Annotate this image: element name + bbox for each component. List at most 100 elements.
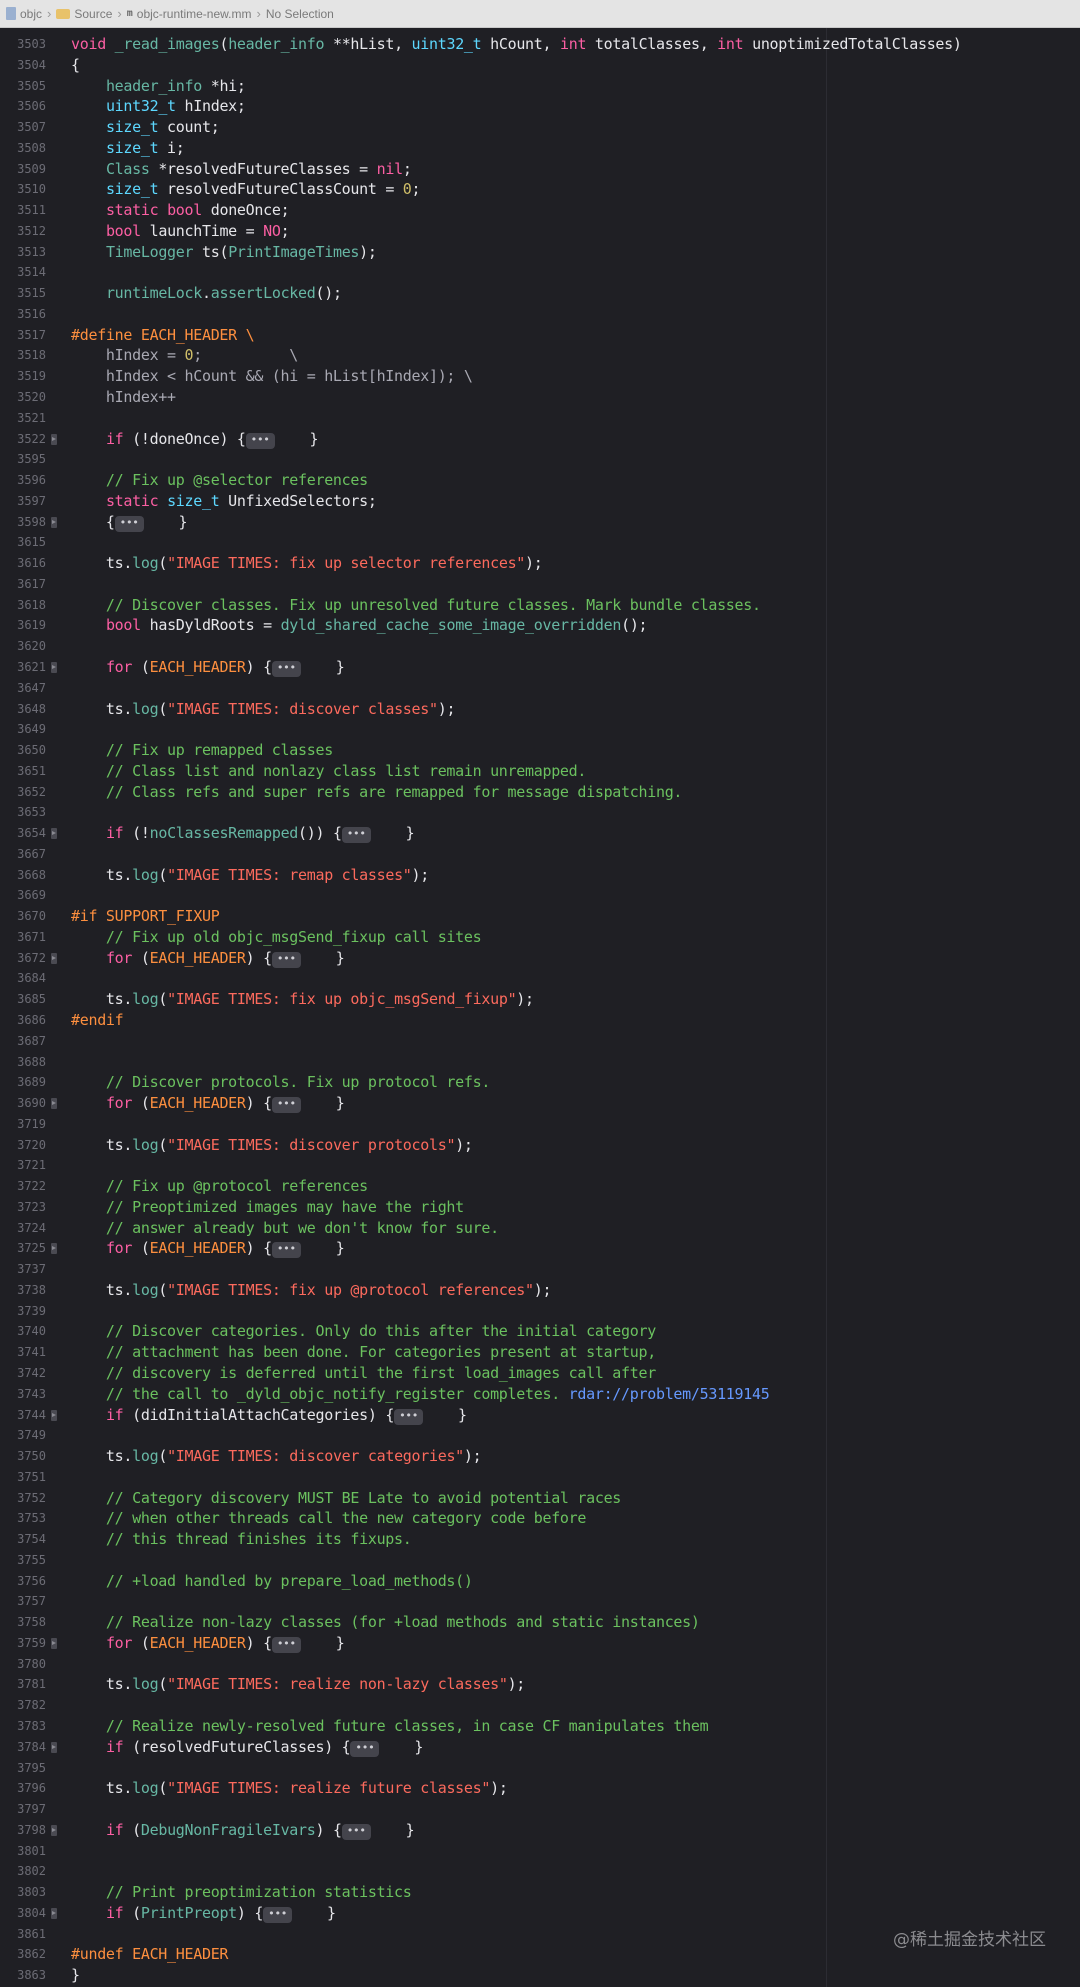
code-line[interactable]: 3782	[0, 1695, 1080, 1716]
code-line[interactable]: 3685 ts.log("IMAGE TIMES: fix up objc_ms…	[0, 989, 1080, 1010]
fold-ribbon-icon[interactable]	[51, 433, 57, 445]
code-line[interactable]: 3505 header_info *hi;	[0, 76, 1080, 97]
code-line[interactable]: 3615	[0, 532, 1080, 553]
code-line[interactable]: 3754 // this thread finishes its fixups.	[0, 1529, 1080, 1550]
code-line[interactable]: 3686 #endif	[0, 1010, 1080, 1031]
code-line[interactable]: 3672 for (EACH_HEADER) {••• }	[0, 948, 1080, 969]
code-line[interactable]: 3508 size_t i;	[0, 138, 1080, 159]
fold-ribbon-icon[interactable]	[51, 1098, 57, 1110]
code-line[interactable]: 3743 // the call to _dyld_objc_notify_re…	[0, 1384, 1080, 1405]
code-line[interactable]: 3690 for (EACH_HEADER) {••• }	[0, 1093, 1080, 1114]
code-line[interactable]: 3597 static size_t UnfixedSelectors;	[0, 491, 1080, 512]
fold-ribbon-icon[interactable]	[51, 661, 57, 673]
code-line[interactable]: 3514	[0, 262, 1080, 283]
code-line[interactable]: 3721	[0, 1155, 1080, 1176]
code-line[interactable]: 3596 // Fix up @selector references	[0, 470, 1080, 491]
code-line[interactable]: 3512 bool launchTime = NO;	[0, 221, 1080, 242]
code-line[interactable]: 3689 // Discover protocols. Fix up proto…	[0, 1072, 1080, 1093]
source-editor[interactable]: 3503 void _read_images(header_info **hLis…	[0, 28, 1080, 1987]
code-line[interactable]: 3667	[0, 844, 1080, 865]
code-line[interactable]: 3803 // Print preoptimization statistics	[0, 1882, 1080, 1903]
code-line[interactable]: 3795	[0, 1758, 1080, 1779]
code-line[interactable]: 3619 bool hasDyldRoots = dyld_shared_cac…	[0, 615, 1080, 636]
code-line[interactable]: 3620	[0, 636, 1080, 657]
code-line[interactable]: 3511 static bool doneOnce;	[0, 200, 1080, 221]
code-line[interactable]: 3780	[0, 1654, 1080, 1675]
folded-code-badge[interactable]: •••	[271, 660, 301, 677]
breadcrumb-item-objc[interactable]: objc	[6, 7, 42, 21]
code-line[interactable]: 3749	[0, 1425, 1080, 1446]
code-line[interactable]: 3784 if (resolvedFutureClasses) {••• }	[0, 1737, 1080, 1758]
code-line[interactable]: 3724 // answer already but we don't know…	[0, 1218, 1080, 1239]
folded-code-badge[interactable]: •••	[341, 827, 371, 844]
code-line[interactable]: 3516	[0, 304, 1080, 325]
code-line[interactable]: 3719	[0, 1114, 1080, 1135]
code-line[interactable]: 3738 ts.log("IMAGE TIMES: fix up @protoc…	[0, 1280, 1080, 1301]
code-line[interactable]: 3598 {••• }	[0, 512, 1080, 533]
code-line[interactable]: 3725 for (EACH_HEADER) {••• }	[0, 1238, 1080, 1259]
code-line[interactable]: 3653	[0, 802, 1080, 823]
code-line[interactable]: 3722 // Fix up @protocol references	[0, 1176, 1080, 1197]
code-line[interactable]: 3797	[0, 1799, 1080, 1820]
breadcrumb-item-file[interactable]: m objc-runtime-new.mm	[127, 7, 252, 21]
code-line[interactable]: 3783 // Realize newly-resolved future cl…	[0, 1716, 1080, 1737]
code-line[interactable]: 3668 ts.log("IMAGE TIMES: remap classes"…	[0, 865, 1080, 886]
code-line[interactable]: 3616 ts.log("IMAGE TIMES: fix up selecto…	[0, 553, 1080, 574]
folded-code-badge[interactable]: •••	[341, 1823, 371, 1840]
code-line[interactable]: 3671 // Fix up old objc_msgSend_fixup ca…	[0, 927, 1080, 948]
folded-code-badge[interactable]: •••	[245, 432, 275, 449]
code-line[interactable]: 3648 ts.log("IMAGE TIMES: discover class…	[0, 699, 1080, 720]
code-line[interactable]: 3647	[0, 678, 1080, 699]
code-line[interactable]: 3649	[0, 719, 1080, 740]
code-line[interactable]: 3802	[0, 1861, 1080, 1882]
code-line[interactable]: 3804 if (PrintPreopt) {••• }	[0, 1903, 1080, 1924]
fold-ribbon-icon[interactable]	[51, 952, 57, 964]
code-line[interactable]: 3757	[0, 1591, 1080, 1612]
code-line[interactable]: 3506 uint32_t hIndex;	[0, 96, 1080, 117]
folded-code-badge[interactable]: •••	[114, 515, 144, 532]
code-line[interactable]: 3720 ts.log("IMAGE TIMES: discover proto…	[0, 1135, 1080, 1156]
code-line[interactable]: 3751	[0, 1467, 1080, 1488]
code-line[interactable]: 3522 if (!doneOnce) {••• }	[0, 429, 1080, 450]
code-line[interactable]: 3781 ts.log("IMAGE TIMES: realize non-la…	[0, 1674, 1080, 1695]
code-line[interactable]: 3617	[0, 574, 1080, 595]
code-line[interactable]: 3744 if (didInitialAttachCategories) {••…	[0, 1405, 1080, 1426]
fold-ribbon-icon[interactable]	[51, 1409, 57, 1421]
fold-ribbon-icon[interactable]	[51, 828, 57, 840]
code-line[interactable]: 3521	[0, 408, 1080, 429]
folded-code-badge[interactable]: •••	[350, 1740, 380, 1757]
folded-code-badge[interactable]: •••	[271, 1242, 301, 1259]
breadcrumb-item-selection[interactable]: No Selection	[266, 7, 334, 21]
breadcrumb-item-source[interactable]: Source	[56, 7, 112, 21]
code-line[interactable]: 3796 ts.log("IMAGE TIMES: realize future…	[0, 1778, 1080, 1799]
folded-code-badge[interactable]: •••	[394, 1408, 424, 1425]
code-line[interactable]: 3752 // Category discovery MUST BE Late …	[0, 1488, 1080, 1509]
code-line[interactable]: 3652 // Class refs and super refs are re…	[0, 782, 1080, 803]
code-line[interactable]: 3515 runtimeLock.assertLocked();	[0, 283, 1080, 304]
code-line[interactable]: 3740 // Discover categories. Only do thi…	[0, 1321, 1080, 1342]
code-line[interactable]: 3520 hIndex++	[0, 387, 1080, 408]
code-line[interactable]: 3798 if (DebugNonFragileIvars) {••• }	[0, 1820, 1080, 1841]
code-line[interactable]: 3756 // +load handled by prepare_load_me…	[0, 1571, 1080, 1592]
folded-code-badge[interactable]: •••	[271, 1636, 301, 1653]
code-line[interactable]: 3801	[0, 1841, 1080, 1862]
code-line[interactable]: 3741 // attachment has been done. For ca…	[0, 1342, 1080, 1363]
code-line[interactable]: 3510 size_t resolvedFutureClassCount = 0…	[0, 179, 1080, 200]
code-line[interactable]: 3507 size_t count;	[0, 117, 1080, 138]
fold-ribbon-icon[interactable]	[51, 1824, 57, 1836]
folded-code-badge[interactable]: •••	[271, 1097, 301, 1114]
code-line[interactable]: 3723 // Preoptimized images may have the…	[0, 1197, 1080, 1218]
code-line[interactable]: 3742 // discovery is deferred until the …	[0, 1363, 1080, 1384]
fold-ribbon-icon[interactable]	[51, 1741, 57, 1753]
code-line[interactable]: 3654 if (!noClassesRemapped()) {••• }	[0, 823, 1080, 844]
fold-ribbon-icon[interactable]	[51, 1243, 57, 1255]
fold-ribbon-icon[interactable]	[51, 1637, 57, 1649]
code-line[interactable]: 3755	[0, 1550, 1080, 1571]
code-line[interactable]: 3687	[0, 1031, 1080, 1052]
code-line[interactable]: 3518 hIndex = 0; \	[0, 345, 1080, 366]
code-line[interactable]: 3517 #define EACH_HEADER \	[0, 325, 1080, 346]
code-line[interactable]: 3509 Class *resolvedFutureClasses = nil;	[0, 159, 1080, 180]
fold-ribbon-icon[interactable]	[51, 516, 57, 528]
code-line[interactable]: 3753 // when other threads call the new …	[0, 1508, 1080, 1529]
code-line[interactable]: 3863}	[0, 1965, 1080, 1986]
